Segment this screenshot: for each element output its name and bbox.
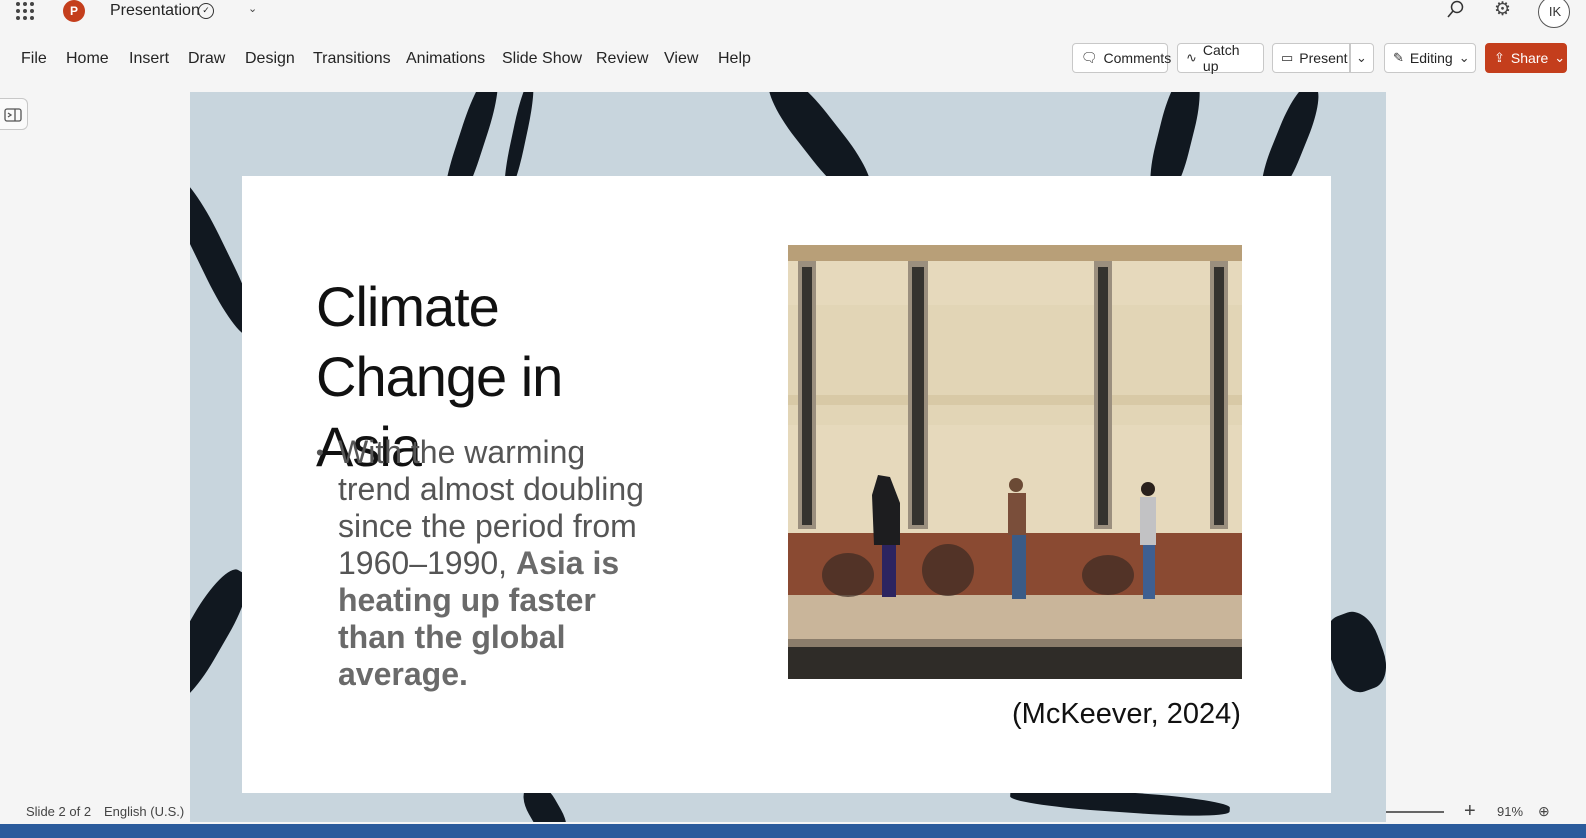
comment-icon: 🗨 <box>1081 50 1098 65</box>
menu-view[interactable]: View <box>664 50 698 68</box>
chevron-down-icon: ⌄ <box>1458 50 1470 65</box>
zoom-in-icon[interactable]: + <box>1464 800 1476 823</box>
pencil-icon: ✎ <box>1393 50 1404 65</box>
present-button[interactable]: ▭ Present <box>1272 43 1350 73</box>
expand-thumbnails-button[interactable] <box>0 98 28 130</box>
slide-photo[interactable] <box>788 245 1242 679</box>
slide-content-card: Climate Change in Asia • With the warmin… <box>242 176 1331 793</box>
present-label: Present <box>1299 50 1348 66</box>
menu-review[interactable]: Review <box>596 50 648 68</box>
catch-up-button[interactable]: ∿ Catch up <box>1177 42 1264 74</box>
slide-indicator: Slide 2 of 2 <box>26 804 92 819</box>
menu-draw[interactable]: Draw <box>188 50 225 68</box>
document-title[interactable]: Presentation <box>110 2 200 20</box>
editing-mode-button[interactable]: ✎ Editing ⌄ <box>1384 43 1476 73</box>
menu-slide-show[interactable]: Slide Show <box>502 50 582 68</box>
share-icon: ⇪ <box>1494 50 1505 65</box>
chevron-down-icon: ⌄ <box>1554 50 1566 65</box>
title-bar: P Presentation ✓ ⌄ ⚙ IK <box>0 0 1586 28</box>
zoom-level[interactable]: 91% <box>1497 804 1523 819</box>
slide-bullet[interactable]: • With the warming trend almost doubling… <box>316 434 656 693</box>
ribbon-menu-bar: File Home Insert Draw Design Transitions… <box>0 40 1586 76</box>
language-indicator[interactable]: English (U.S.) <box>104 804 184 819</box>
menu-help[interactable]: Help <box>718 50 751 68</box>
status-bar: Slide 2 of 2 English (U.S.) + 91% ⊕ <box>0 800 1586 824</box>
powerpoint-logo-icon: P <box>63 0 85 22</box>
menu-home[interactable]: Home <box>66 50 109 68</box>
zoom-slider[interactable] <box>1386 811 1444 813</box>
slide-canvas[interactable]: Climate Change in Asia • With the warmin… <box>190 92 1386 822</box>
present-icon: ▭ <box>1281 50 1294 65</box>
settings-gear-icon[interactable]: ⚙ <box>1494 0 1514 20</box>
saved-status-icon[interactable]: ✓ <box>198 3 214 19</box>
slide-citation[interactable]: (McKeever, 2024) <box>1012 698 1241 731</box>
search-icon[interactable] <box>1446 0 1464 20</box>
user-avatar[interactable]: IK <box>1538 0 1570 28</box>
share-label: Share <box>1510 50 1549 66</box>
taskbar-strip <box>0 824 1586 838</box>
chevron-down-icon: ⌄ <box>1356 50 1367 65</box>
menu-transitions[interactable]: Transitions <box>313 50 391 68</box>
app-launcher-icon[interactable] <box>16 2 34 20</box>
menu-file[interactable]: File <box>21 50 47 68</box>
bullet-text: With the warming trend almost doubling s… <box>338 434 656 693</box>
menu-insert[interactable]: Insert <box>129 50 169 68</box>
present-options-button[interactable]: ⌄ <box>1350 43 1374 73</box>
comments-button[interactable]: 🗨 Comments <box>1072 43 1171 73</box>
comments-label: Comments <box>1103 50 1172 66</box>
catch-up-label: Catch up <box>1202 42 1240 74</box>
share-button[interactable]: ⇪ Share ⌄ <box>1485 43 1567 73</box>
expand-panel-icon <box>4 108 22 122</box>
fit-to-window-icon[interactable]: ⊕ <box>1538 803 1550 820</box>
menu-design[interactable]: Design <box>245 50 295 68</box>
bullet-dot-icon: • <box>316 440 324 465</box>
activity-icon: ∿ <box>1186 50 1197 65</box>
slide-title-line: Climate <box>316 275 500 338</box>
menu-animations[interactable]: Animations <box>406 50 485 68</box>
editing-label: Editing <box>1409 50 1453 66</box>
title-chevron-down-icon[interactable]: ⌄ <box>248 2 257 15</box>
